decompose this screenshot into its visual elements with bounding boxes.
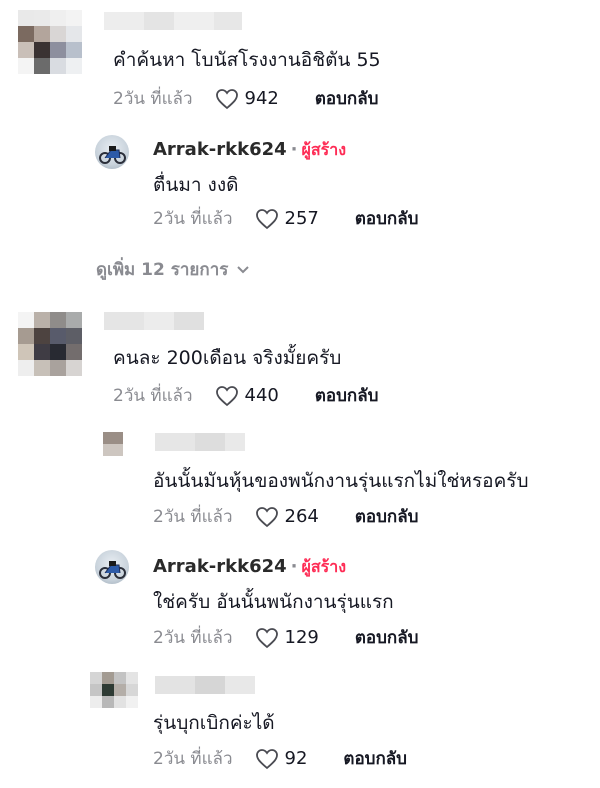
reply-meta: 2วัน ที่แล้ว 264 ตอบกลับ (153, 503, 418, 530)
heart-outline-icon[interactable] (255, 748, 279, 770)
reply-text: ใช่ครับ อันนั้นพนักงานรุ่นแรก (153, 591, 394, 613)
creator-badge: ผู้สร้าง (301, 140, 347, 159)
reply-time: 2วัน ที่แล้ว (153, 209, 233, 229)
motorbike-image (99, 146, 126, 164)
reply-text: อันนั้นมันหุ้นของพนักงานรุ่นแรกไม่ใช่หรอ… (153, 470, 529, 492)
heart-outline-icon[interactable] (255, 506, 279, 528)
reply-time: 2วัน ที่แล้ว (153, 628, 233, 648)
avatar-pixelated[interactable] (18, 312, 82, 376)
reply-text: ตื่นมา งงดิ (153, 174, 239, 196)
creator-badge: ผู้สร้าง (301, 557, 347, 576)
avatar-pixelated[interactable] (18, 10, 82, 74)
like-count: 257 (284, 208, 319, 229)
reply-button[interactable]: ตอบกลับ (355, 503, 419, 530)
reply-meta: 2วัน ที่แล้ว 257 ตอบกลับ (153, 205, 418, 232)
heart-outline-icon[interactable] (255, 627, 279, 649)
avatar-pixelated[interactable] (90, 672, 138, 708)
heart-outline-icon[interactable] (215, 385, 239, 407)
like-count: 92 (284, 748, 308, 769)
like-count: 942 (244, 88, 279, 109)
comment-meta: 2วัน ที่แล้ว 942 ตอบกลับ (113, 85, 378, 112)
view-more-label: ดูเพิ่ม 12 รายการ (96, 260, 229, 280)
comment-text: คนละ 200เดือน จริงมั้ยครับ (113, 347, 342, 369)
reply-time: 2วัน ที่แล้ว (153, 507, 233, 527)
creator-avatar[interactable] (95, 135, 129, 169)
heart-outline-icon[interactable] (215, 88, 239, 110)
username-pixelated[interactable] (104, 12, 242, 30)
view-more-replies[interactable]: ดูเพิ่ม 12 รายการ (96, 256, 250, 283)
reply-text: รุ่นบุกเบิกค่ะได้ (153, 712, 275, 734)
username-pixelated[interactable] (155, 433, 245, 451)
reply-button[interactable]: ตอบกลับ (343, 745, 407, 772)
reply-button[interactable]: ตอบกลับ (315, 85, 379, 112)
like-count: 264 (284, 506, 319, 527)
comment-text: คำค้นหา โบนัสโรงงานอิชิตัน 55 (113, 49, 381, 71)
like-count: 129 (284, 627, 319, 648)
comment-time: 2วัน ที่แล้ว (113, 386, 193, 406)
creator-avatar[interactable] (95, 550, 129, 584)
creator-username[interactable]: Arrak-rkk624 · ผู้สร้าง (153, 138, 346, 163)
reply-button[interactable]: ตอบกลับ (355, 205, 419, 232)
reply-meta: 2วัน ที่แล้ว 92 ตอบกลับ (153, 745, 407, 772)
motorbike-image (99, 561, 126, 579)
chevron-down-icon (237, 265, 250, 273)
reply-button[interactable]: ตอบกลับ (315, 382, 379, 409)
reply-button[interactable]: ตอบกลับ (355, 624, 419, 651)
username-pixelated[interactable] (104, 312, 204, 330)
comment-meta: 2วัน ที่แล้ว 440 ตอบกลับ (113, 382, 378, 409)
like-count: 440 (244, 385, 279, 406)
heart-outline-icon[interactable] (255, 208, 279, 230)
username-pixelated[interactable] (155, 676, 255, 694)
creator-username[interactable]: Arrak-rkk624 · ผู้สร้าง (153, 555, 346, 580)
comment-time: 2วัน ที่แล้ว (113, 89, 193, 109)
reply-time: 2วัน ที่แล้ว (153, 749, 233, 769)
reply-meta: 2วัน ที่แล้ว 129 ตอบกลับ (153, 624, 418, 651)
avatar-pixelated[interactable] (103, 432, 123, 456)
